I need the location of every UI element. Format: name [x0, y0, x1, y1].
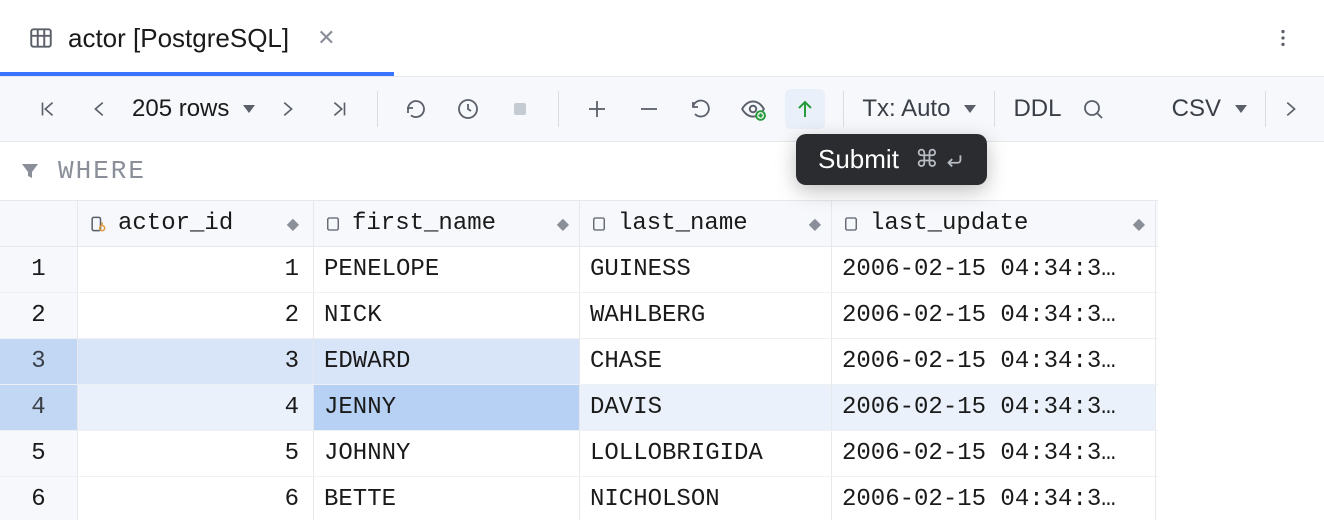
sort-icon[interactable]: ◆	[809, 214, 821, 234]
search-icon[interactable]	[1073, 89, 1113, 129]
separator	[558, 91, 559, 127]
tab-close-icon[interactable]: ✕	[317, 25, 335, 51]
delete-row-icon[interactable]	[629, 89, 669, 129]
refresh-icon[interactable]	[396, 89, 436, 129]
cell-last-name[interactable]: LOLLOBRIGIDA	[580, 431, 832, 476]
toolbar: 205 rows Tx: Auto DDL CSV	[0, 76, 1324, 142]
pk-column-icon	[88, 214, 108, 234]
cell-actor-id[interactable]: 4	[78, 385, 314, 430]
toolbar-overflow-icon[interactable]	[1270, 89, 1310, 129]
cell-actor-id[interactable]: 3	[78, 339, 314, 384]
cell-last-name[interactable]: CHASE	[580, 339, 832, 384]
column-header-last-update[interactable]: last_update ◆	[832, 201, 1156, 246]
where-input[interactable]: WHERE	[58, 156, 146, 186]
cell-last-name[interactable]: GUINESS	[580, 247, 832, 292]
cell-first-name[interactable]: NICK	[314, 293, 580, 338]
cell-actor-id[interactable]: 1	[78, 247, 314, 292]
column-header-first-name[interactable]: first_name ◆	[314, 201, 580, 246]
separator	[377, 91, 378, 127]
tooltip-label: Submit	[818, 144, 899, 175]
tooltip-shortcut: ⌘	[915, 145, 965, 174]
table-row[interactable]: 44JENNYDAVIS2006-02-15 04:34:3…	[0, 385, 1158, 431]
sort-icon[interactable]: ◆	[1133, 214, 1145, 234]
export-group: CSV	[1158, 95, 1261, 123]
tab-actor[interactable]: actor [PostgreSQL] ✕	[0, 0, 364, 76]
cell-actor-id[interactable]: 2	[78, 293, 314, 338]
cell-first-name[interactable]: JOHNNY	[314, 431, 580, 476]
table-row[interactable]: 11PENELOPEGUINESS2006-02-15 04:34:3…	[0, 247, 1158, 293]
nav-group: 205 rows	[14, 89, 373, 129]
ddl-group: DDL	[999, 89, 1127, 129]
cell-last-name[interactable]: WAHLBERG	[580, 293, 832, 338]
page-next-icon[interactable]	[267, 89, 307, 129]
column-header-actor-id[interactable]: actor_id ◆	[78, 201, 314, 246]
cell-actor-id[interactable]: 5	[78, 431, 314, 476]
gutter-header[interactable]	[0, 201, 78, 246]
revert-icon[interactable]	[681, 89, 721, 129]
tab-list: actor [PostgreSQL] ✕	[0, 0, 364, 76]
ddl-button[interactable]: DDL	[1013, 95, 1061, 123]
page-first-icon[interactable]	[28, 89, 68, 129]
cell-first-name[interactable]: EDWARD	[314, 339, 580, 384]
table-row[interactable]: 66BETTENICHOLSON2006-02-15 04:34:3…	[0, 477, 1158, 520]
tx-group: Tx: Auto	[848, 95, 990, 123]
table-row[interactable]: 55JOHNNYLOLLOBRIGIDA2006-02-15 04:34:3…	[0, 431, 1158, 477]
cell-last-update[interactable]: 2006-02-15 04:34:3…	[832, 293, 1156, 338]
cell-first-name[interactable]: JENNY	[314, 385, 580, 430]
cell-last-update[interactable]: 2006-02-15 04:34:3…	[832, 339, 1156, 384]
row-gutter[interactable]: 3	[0, 339, 78, 384]
stop-icon[interactable]	[500, 89, 540, 129]
cell-last-update[interactable]: 2006-02-15 04:34:3…	[832, 385, 1156, 430]
row-gutter[interactable]: 6	[0, 477, 78, 520]
separator	[994, 91, 995, 127]
row-gutter[interactable]: 1	[0, 247, 78, 292]
export-dropdown[interactable]: CSV	[1172, 95, 1247, 123]
data-grid: actor_id ◆ first_name ◆ last_name ◆ last…	[0, 200, 1158, 520]
sort-icon[interactable]: ◆	[287, 214, 299, 234]
cell-first-name[interactable]: PENELOPE	[314, 247, 580, 292]
add-row-icon[interactable]	[577, 89, 617, 129]
separator	[843, 91, 844, 127]
separator	[1265, 91, 1266, 127]
table-row[interactable]: 22NICKWAHLBERG2006-02-15 04:34:3…	[0, 293, 1158, 339]
tab-bar-menu[interactable]	[1272, 27, 1324, 49]
row-gutter[interactable]: 2	[0, 293, 78, 338]
table-icon	[28, 25, 54, 51]
tab-title: actor [PostgreSQL]	[68, 23, 289, 54]
edit-group	[563, 89, 839, 129]
page-prev-icon[interactable]	[80, 89, 120, 129]
transaction-mode-dropdown[interactable]: Tx: Auto	[862, 95, 976, 123]
row-gutter[interactable]: 4	[0, 385, 78, 430]
submit-tooltip: Submit ⌘	[796, 134, 987, 185]
refresh-group	[382, 89, 554, 129]
cell-last-name[interactable]: NICHOLSON	[580, 477, 832, 520]
sort-icon[interactable]: ◆	[557, 214, 569, 234]
row-gutter[interactable]: 5	[0, 431, 78, 476]
filter-icon[interactable]	[18, 159, 42, 183]
row-count-dropdown[interactable]: 205 rows	[132, 95, 255, 123]
table-row[interactable]: 33EDWARDCHASE2006-02-15 04:34:3…	[0, 339, 1158, 385]
submit-icon[interactable]	[785, 89, 825, 129]
header-row: actor_id ◆ first_name ◆ last_name ◆ last…	[0, 201, 1158, 247]
cell-last-update[interactable]: 2006-02-15 04:34:3…	[832, 477, 1156, 520]
page-last-icon[interactable]	[319, 89, 359, 129]
column-header-last-name[interactable]: last_name ◆	[580, 201, 832, 246]
cell-last-update[interactable]: 2006-02-15 04:34:3…	[832, 247, 1156, 292]
cell-last-name[interactable]: DAVIS	[580, 385, 832, 430]
column-icon	[590, 215, 608, 233]
cell-first-name[interactable]: BETTE	[314, 477, 580, 520]
column-icon	[324, 215, 342, 233]
cell-last-update[interactable]: 2006-02-15 04:34:3…	[832, 431, 1156, 476]
preview-changes-icon[interactable]	[733, 89, 773, 129]
filter-bar: WHERE	[0, 142, 1324, 200]
auto-refresh-icon[interactable]	[448, 89, 488, 129]
cell-actor-id[interactable]: 6	[78, 477, 314, 520]
tab-bar: actor [PostgreSQL] ✕	[0, 0, 1324, 76]
column-icon	[842, 215, 860, 233]
